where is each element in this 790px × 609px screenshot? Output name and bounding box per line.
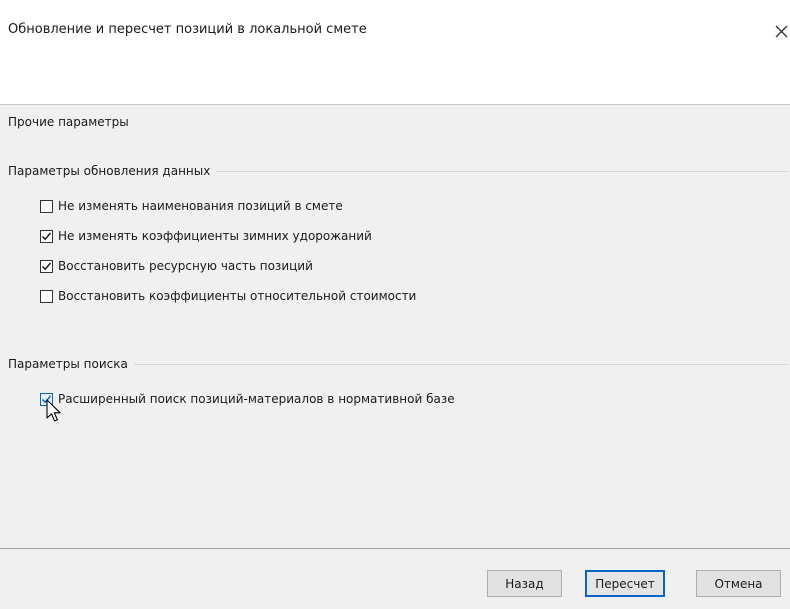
cancel-button[interactable]: Отмена xyxy=(696,570,781,597)
dialog-window: Обновление и пересчет позиций в локально… xyxy=(0,0,790,609)
checkbox-keep-winter-coefficients[interactable] xyxy=(40,229,53,243)
option-keep-winter-coefficients[interactable]: Не изменять коэффициенты зимних удорожан… xyxy=(40,228,372,244)
group-divider xyxy=(133,363,788,365)
option-restore-resource-part-label: Восстановить ресурсную часть позиций xyxy=(58,259,313,273)
checkbox-extended-search[interactable] xyxy=(40,392,53,406)
checkmark-icon xyxy=(41,395,52,403)
option-extended-search[interactable]: Расширенный поиск позиций-материалов в н… xyxy=(40,391,455,407)
option-restore-relative-cost-label: Восстановить коэффициенты относительной … xyxy=(58,289,417,303)
option-keep-winter-coefficients-label: Не изменять коэффициенты зимних удорожан… xyxy=(58,229,372,243)
option-restore-relative-cost[interactable]: Восстановить коэффициенты относительной … xyxy=(40,288,416,304)
checkbox-restore-resource-part[interactable] xyxy=(40,259,53,273)
close-button[interactable] xyxy=(770,18,790,46)
back-button[interactable]: Назад xyxy=(487,570,562,597)
search-params-label: Параметры поиска xyxy=(8,357,128,371)
checkmark-icon xyxy=(41,262,52,270)
update-params-label: Параметры обновления данных xyxy=(8,164,211,178)
dialog-title-bar: Обновление и пересчет позиций в локально… xyxy=(0,0,790,54)
update-params-header: Параметры обновления данных xyxy=(8,164,790,178)
checkmark-icon xyxy=(41,232,52,240)
option-keep-names-label: Не изменять наименования позиций в смете xyxy=(58,199,343,213)
header-band xyxy=(0,54,790,105)
dialog-title: Обновление и пересчет позиций в локально… xyxy=(8,22,367,37)
group-divider xyxy=(216,170,788,172)
option-keep-names[interactable]: Не изменять наименования позиций в смете xyxy=(40,198,343,214)
recalc-button[interactable]: Пересчет xyxy=(585,570,665,597)
option-restore-resource-part[interactable]: Восстановить ресурсную часть позиций xyxy=(40,258,313,274)
option-extended-search-label: Расширенный поиск позиций-материалов в н… xyxy=(58,392,455,406)
footer-button-bar: Назад Пересчет Отмена xyxy=(0,548,790,609)
search-params-header: Параметры поиска xyxy=(8,357,790,371)
checkbox-keep-names[interactable] xyxy=(40,199,53,213)
content-area: Прочие параметры Параметры обновления да… xyxy=(0,105,790,548)
close-icon xyxy=(775,25,788,38)
checkbox-restore-relative-cost[interactable] xyxy=(40,289,53,303)
section-other-params-label: Прочие параметры xyxy=(8,115,129,129)
